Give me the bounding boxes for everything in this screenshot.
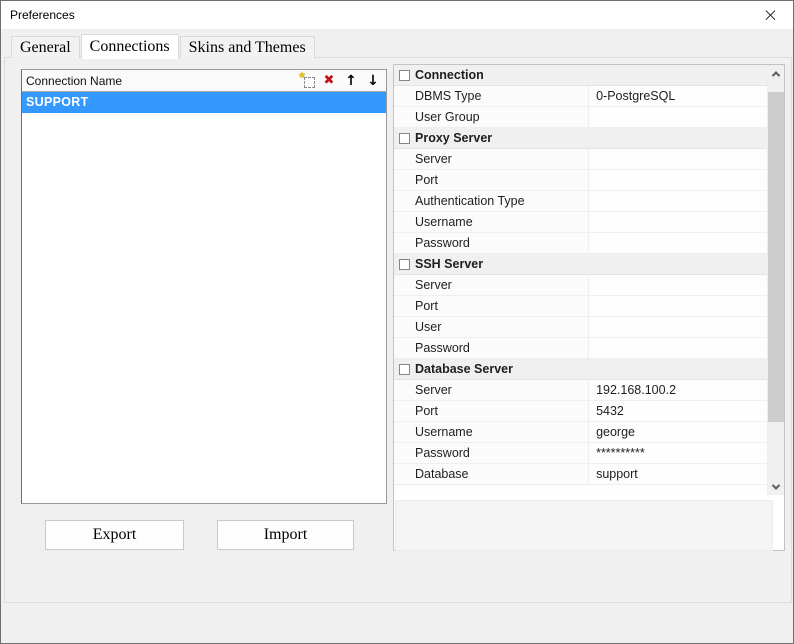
property-label: User Group	[394, 107, 589, 127]
collapse-icon[interactable]	[399, 133, 410, 144]
connection-property-panel: Connection DBMS Type 0-PostgreSQL User G…	[393, 64, 785, 551]
scroll-down-icon[interactable]	[768, 478, 784, 495]
delete-x-icon: ✖	[324, 73, 335, 88]
property-value[interactable]: 5432	[589, 401, 767, 421]
property-value[interactable]	[589, 338, 767, 358]
property-row-db-password: Password **********	[394, 443, 767, 464]
property-label: Password	[394, 443, 589, 463]
property-row-auth-type: Authentication Type	[394, 191, 767, 212]
collapse-icon[interactable]	[399, 364, 410, 375]
arrow-up-icon: ↑	[345, 73, 357, 89]
scroll-up-icon[interactable]	[768, 65, 784, 82]
tab-general[interactable]: General	[11, 36, 80, 58]
window-title: Preferences	[10, 8, 75, 22]
connection-list[interactable]: SUPPORT	[22, 92, 386, 503]
property-row-proxy-password: Password	[394, 233, 767, 254]
property-label: Port	[394, 296, 589, 316]
title-bar: Preferences ×	[1, 1, 793, 29]
property-value[interactable]	[589, 233, 767, 253]
preferences-dialog: Preferences × General Connections Skins …	[0, 0, 794, 644]
arrow-down-icon: ↓	[367, 73, 379, 89]
close-icon[interactable]: ×	[748, 1, 793, 29]
move-down-button[interactable]: ↓	[362, 71, 384, 91]
tab-connections[interactable]: Connections	[81, 34, 179, 59]
property-row-ssh-user: User	[394, 317, 767, 338]
property-value[interactable]: support	[589, 464, 767, 484]
property-grid-rows: Connection DBMS Type 0-PostgreSQL User G…	[394, 65, 767, 495]
new-star-icon: ★	[298, 71, 306, 80]
section-row-proxy-server[interactable]: Proxy Server	[394, 128, 767, 149]
property-label: Server	[394, 380, 589, 400]
property-label: Port	[394, 170, 589, 190]
tab-strip: General Connections Skins and Themes	[11, 34, 793, 58]
property-row-db-database: Database support	[394, 464, 767, 485]
property-value[interactable]	[589, 275, 767, 295]
import-button[interactable]: Import	[217, 520, 354, 550]
property-value[interactable]: **********	[589, 443, 767, 463]
collapse-icon[interactable]	[399, 259, 410, 270]
connection-list-header: Connection Name ★ ✖ ↑ ↓	[22, 70, 386, 92]
property-label: User	[394, 317, 589, 337]
move-up-button[interactable]: ↑	[340, 71, 362, 91]
property-label: Port	[394, 401, 589, 421]
property-description-pane	[395, 500, 773, 551]
collapse-icon[interactable]	[399, 70, 410, 81]
section-title: Database Server	[394, 359, 513, 379]
property-row-dbms-type: DBMS Type 0-PostgreSQL	[394, 86, 767, 107]
section-row-ssh-server[interactable]: SSH Server	[394, 254, 767, 275]
scrollbar-thumb[interactable]	[768, 92, 784, 422]
connection-list-panel: Connection Name ★ ✖ ↑ ↓ SUPPORT	[21, 69, 387, 504]
property-value[interactable]	[589, 149, 767, 169]
property-row-ssh-server-host: Server	[394, 275, 767, 296]
export-button[interactable]: Export	[45, 520, 184, 550]
property-value[interactable]	[589, 317, 767, 337]
property-label: Server	[394, 275, 589, 295]
property-label: DBMS Type	[394, 86, 589, 106]
property-label: Username	[394, 212, 589, 232]
property-row-proxy-port: Port	[394, 170, 767, 191]
property-label: Password	[394, 338, 589, 358]
connections-tab-page: Connection Name ★ ✖ ↑ ↓ SUPPORT	[4, 57, 792, 603]
section-row-database-server[interactable]: Database Server	[394, 359, 767, 380]
property-label: Authentication Type	[394, 191, 589, 211]
property-row-db-username: Username george	[394, 422, 767, 443]
property-row-ssh-port: Port	[394, 296, 767, 317]
property-value[interactable]	[589, 107, 767, 127]
property-row-ssh-password: Password	[394, 338, 767, 359]
property-row-db-port: Port 5432	[394, 401, 767, 422]
property-label: Password	[394, 233, 589, 253]
property-value[interactable]: 0-PostgreSQL	[589, 86, 767, 106]
property-label: Database	[394, 464, 589, 484]
property-value[interactable]	[589, 170, 767, 190]
property-value[interactable]	[589, 191, 767, 211]
list-item-support[interactable]: SUPPORT	[22, 92, 386, 113]
property-value[interactable]	[589, 296, 767, 316]
property-label: Username	[394, 422, 589, 442]
property-row-proxy-username: Username	[394, 212, 767, 233]
tab-skins-and-themes[interactable]: Skins and Themes	[180, 36, 315, 58]
property-label: Server	[394, 149, 589, 169]
property-row-proxy-server-host: Server	[394, 149, 767, 170]
section-row-connection[interactable]: Connection	[394, 65, 767, 86]
property-row-user-group: User Group	[394, 107, 767, 128]
vertical-scrollbar[interactable]	[767, 65, 784, 495]
new-connection-button[interactable]: ★	[296, 71, 318, 91]
delete-connection-button[interactable]: ✖	[318, 71, 340, 91]
property-value[interactable]: george	[589, 422, 767, 442]
connection-list-header-label: Connection Name	[26, 74, 296, 88]
property-grid: Connection DBMS Type 0-PostgreSQL User G…	[394, 65, 784, 495]
property-value[interactable]: 192.168.100.2	[589, 380, 767, 400]
property-row-db-server-host: Server 192.168.100.2	[394, 380, 767, 401]
property-value[interactable]	[589, 212, 767, 232]
